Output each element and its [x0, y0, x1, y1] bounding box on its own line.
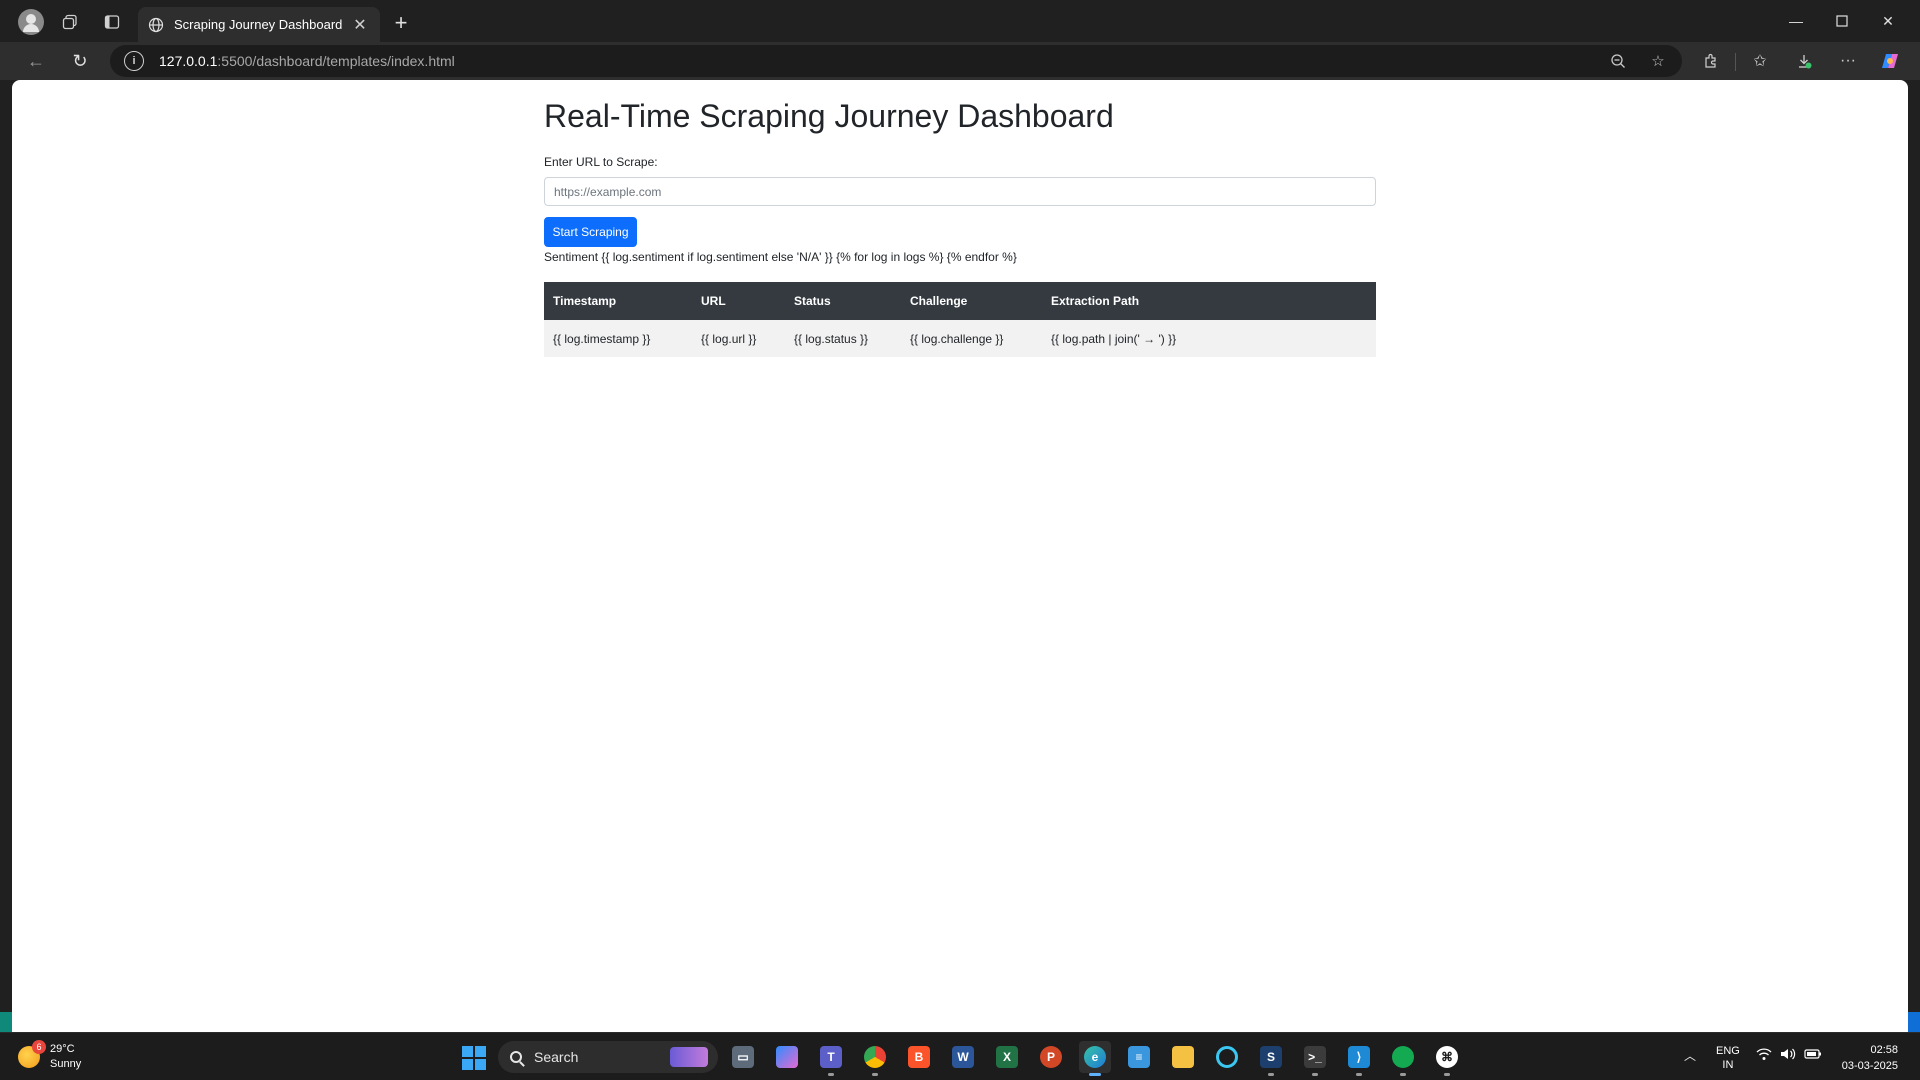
column-header-timestamp: Timestamp	[553, 294, 617, 308]
windows-taskbar: 6 29°C Sunny Search ▭ T B W X P e ≡ S >_…	[0, 1032, 1920, 1080]
browser-toolbar: ← ↻ i 127.0.0.1:5500/dashboard/templates…	[0, 42, 1920, 80]
extensions-icon[interactable]	[1697, 47, 1725, 75]
system-clock[interactable]: 02:58 03-03-2025	[1834, 1042, 1898, 1074]
wifi-icon[interactable]	[1756, 1047, 1772, 1064]
cell-challenge: {{ log.challenge }}	[910, 331, 1004, 346]
zoom-icon[interactable]	[1606, 49, 1630, 73]
language-indicator[interactable]: ENG IN	[1716, 1044, 1740, 1072]
notepad-icon[interactable]: ≡	[1123, 1041, 1155, 1073]
table-header-row: Timestamp URL Status Challenge Extractio…	[544, 282, 1376, 320]
column-header-url: URL	[701, 294, 726, 308]
copilot-icon[interactable]	[1876, 47, 1904, 75]
workspaces-icon[interactable]	[56, 8, 84, 36]
powerpoint-icon[interactable]: P	[1035, 1041, 1067, 1073]
windows-start-icon[interactable]	[462, 1046, 486, 1070]
word-icon[interactable]: W	[947, 1041, 979, 1073]
terminal-icon[interactable]: >_	[1299, 1041, 1331, 1076]
sun-icon: 6	[18, 1040, 46, 1068]
teams-icon[interactable]: T	[815, 1041, 847, 1076]
column-header-extraction-path: Extraction Path	[1051, 294, 1140, 308]
sql-developer-icon[interactable]: S	[1255, 1041, 1287, 1076]
copilot-app-icon[interactable]	[771, 1041, 803, 1073]
favorite-star-icon[interactable]: ☆	[1646, 49, 1670, 73]
weather-temperature: 29°C	[50, 1043, 75, 1055]
reload-icon[interactable]: ↻	[66, 47, 94, 75]
maximize-icon[interactable]	[1820, 6, 1864, 36]
new-tab-button[interactable]: +	[388, 10, 414, 36]
cell-timestamp: {{ log.timestamp }}	[553, 331, 651, 346]
column-header-challenge: Challenge	[910, 294, 968, 308]
right-edge-strip	[1908, 1012, 1920, 1032]
weather-description: Sunny	[50, 1058, 82, 1070]
close-window-icon[interactable]: ✕	[1866, 6, 1910, 36]
favorites-icon[interactable]: ✩	[1746, 47, 1774, 75]
more-options-icon[interactable]: ···	[1834, 47, 1862, 75]
vscode-icon[interactable]: ⟩	[1343, 1041, 1375, 1076]
close-tab-icon[interactable]: ✕	[350, 15, 370, 35]
clock-time: 02:58	[1870, 1044, 1898, 1056]
site-info-icon[interactable]: i	[124, 51, 144, 71]
edge-icon[interactable]: e	[1079, 1041, 1111, 1076]
cell-extraction-path: {{ log.path | join(' → ') }}	[1051, 331, 1177, 346]
search-icon	[510, 1051, 522, 1063]
start-scraping-button[interactable]: Start Scraping	[544, 217, 637, 247]
minimize-icon[interactable]: —	[1774, 6, 1818, 36]
cell-status: {{ log.status }}	[794, 331, 869, 346]
address-bar[interactable]: i 127.0.0.1:5500/dashboard/templates/ind…	[110, 45, 1682, 77]
vertical-tabs-icon[interactable]	[98, 8, 126, 36]
brave-icon[interactable]: B	[903, 1041, 935, 1073]
system-tray[interactable]	[1756, 1047, 1822, 1064]
page-viewport: Real-Time Scraping Journey Dashboard Ent…	[12, 80, 1908, 1032]
globe-icon	[148, 17, 164, 32]
downloads-icon[interactable]	[1790, 47, 1818, 75]
table-row: {{ log.timestamp }} {{ log.url }} {{ log…	[544, 320, 1376, 357]
clock-date: 03-03-2025	[1841, 1060, 1898, 1072]
address-url[interactable]: 127.0.0.1:5500/dashboard/templates/index…	[159, 53, 455, 69]
show-hidden-icons-chevron-icon[interactable]: ︿	[1682, 1047, 1698, 1063]
weather-badge: 6	[32, 1040, 46, 1054]
volume-icon[interactable]	[1780, 1047, 1796, 1064]
browser-tab-active[interactable]: Scraping Journey Dashboard ✕	[138, 7, 380, 42]
task-view-icon[interactable]: ▭	[727, 1041, 759, 1073]
toolbar-divider	[1735, 53, 1736, 71]
file-explorer-icon[interactable]	[1167, 1041, 1199, 1073]
battery-icon[interactable]	[1804, 1047, 1822, 1064]
scraping-log-table: Timestamp URL Status Challenge Extractio…	[544, 282, 1376, 357]
alexa-icon[interactable]	[1211, 1041, 1243, 1073]
url-input-label: Enter URL to Scrape:	[544, 155, 658, 169]
cell-url: {{ log.url }}	[701, 331, 757, 346]
browser-title-bar: Scraping Journey Dashboard ✕ + — ✕	[0, 0, 1920, 42]
sentiment-text: Sentiment {{ log.sentiment if log.sentim…	[544, 250, 1017, 264]
url-input[interactable]	[544, 177, 1376, 206]
chrome-icon[interactable]	[859, 1041, 891, 1076]
search-highlight-icon	[670, 1047, 708, 1067]
left-edge-strip	[0, 1012, 12, 1032]
github-desktop-icon[interactable]: ⌘	[1431, 1041, 1463, 1076]
mongodb-compass-icon[interactable]	[1387, 1041, 1419, 1076]
back-arrow-icon[interactable]: ←	[22, 47, 50, 75]
taskbar-search[interactable]: Search	[498, 1041, 718, 1073]
weather-widget[interactable]: 6 29°C Sunny	[18, 1040, 82, 1073]
profile-avatar-icon[interactable]	[18, 9, 44, 35]
taskbar-search-label: Search	[534, 1049, 579, 1065]
column-header-status: Status	[794, 294, 831, 308]
excel-icon[interactable]: X	[991, 1041, 1023, 1073]
page-title: Real-Time Scraping Journey Dashboard	[544, 98, 1114, 134]
tab-title: Scraping Journey Dashboard	[174, 17, 343, 32]
